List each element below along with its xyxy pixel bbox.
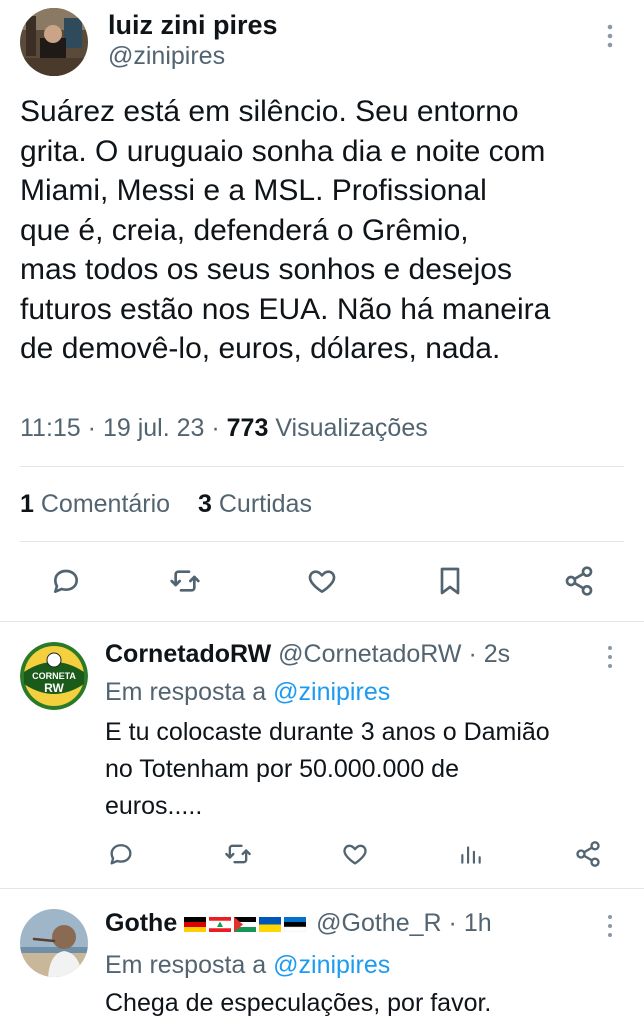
ukraine-flag xyxy=(259,917,282,932)
tweet-meta: 11:15 · 19 jul. 23 · 773 Visualizações xyxy=(20,414,428,443)
avatar-logo-text: CORNETA xyxy=(32,671,76,681)
replying-mention[interactable]: @zinipires xyxy=(273,678,390,706)
tweet-date[interactable]: 19 jul. 23 xyxy=(103,414,204,442)
views-button[interactable] xyxy=(453,834,489,874)
share-button[interactable] xyxy=(570,834,606,874)
retweet-icon xyxy=(170,570,200,592)
like-button[interactable] xyxy=(302,556,342,606)
reply-avatar[interactable] xyxy=(20,909,88,977)
avatar-logo-text: RW xyxy=(44,681,64,695)
meta-separator: · xyxy=(448,909,457,937)
reply-button[interactable] xyxy=(46,556,86,606)
more-options-icon[interactable] xyxy=(605,913,615,939)
replying-to: Em resposta a @zinipires xyxy=(105,951,390,980)
reply-age[interactable]: 1h xyxy=(464,909,492,937)
tweet-text: Suárez está em silêncio. Seu entorno gri… xyxy=(20,95,551,365)
share-icon xyxy=(576,841,600,867)
retweet-icon xyxy=(225,844,251,864)
reply-author-name[interactable]: CornetadoRW xyxy=(105,640,271,668)
flags xyxy=(184,909,316,937)
tweet-time[interactable]: 11:15 xyxy=(20,414,81,442)
palestine-flag xyxy=(234,917,257,932)
reply-header: CornetadoRW @CornetadoRW · 2s xyxy=(105,640,510,669)
like-icon xyxy=(308,570,336,593)
reply-author-name[interactable]: Gothe xyxy=(105,909,177,937)
tweet-actions xyxy=(0,556,644,606)
reply-author-handle[interactable]: @CornetadoRW xyxy=(278,640,461,668)
likes-count: 3 xyxy=(198,490,212,518)
meta-separator: · xyxy=(211,414,227,442)
reply-button[interactable] xyxy=(103,834,139,874)
more-options-icon[interactable] xyxy=(604,22,616,50)
reply-item[interactable]: CORNETA RW CornetadoRW @CornetadoRW · 2s… xyxy=(0,622,644,888)
reply-item[interactable]: Gothe @Gothe_R · 1h Em resposta a @zinip… xyxy=(0,889,644,1024)
reply-author-handle[interactable]: @Gothe_R xyxy=(316,909,441,937)
replying-prefix: Em resposta a xyxy=(105,951,267,979)
replying-mention[interactable]: @zinipires xyxy=(273,951,390,979)
bookmark-button[interactable] xyxy=(430,556,470,606)
share-icon xyxy=(565,566,593,596)
comments-count: 1 xyxy=(20,490,34,518)
reply-text: E tu colocaste durante 3 anos o Damião n… xyxy=(105,718,550,820)
divider xyxy=(20,466,624,467)
meta-separator: · xyxy=(87,414,103,442)
likes-label: Curtidas xyxy=(218,490,312,518)
comments-stat[interactable]: 1 Comentário xyxy=(20,490,170,518)
divider xyxy=(20,541,624,542)
reply-text: Chega de especulações, por favor. xyxy=(105,989,492,1017)
retweet-button[interactable] xyxy=(220,834,256,874)
reply-age[interactable]: 2s xyxy=(484,640,510,668)
reply-avatar[interactable]: CORNETA RW xyxy=(20,642,88,710)
replying-prefix: Em resposta a xyxy=(105,678,267,706)
author-handle[interactable]: @zinipires xyxy=(108,42,225,71)
comments-label: Comentário xyxy=(40,490,171,518)
like-button[interactable] xyxy=(337,834,373,874)
share-button[interactable] xyxy=(559,556,599,606)
author-name[interactable]: luiz zini pires xyxy=(108,10,278,41)
views-label: Visualizações xyxy=(275,414,428,442)
estonia-flag xyxy=(284,917,307,932)
likes-stat[interactable]: 3 Curtidas xyxy=(198,490,312,518)
like-icon xyxy=(343,844,367,865)
views-icon xyxy=(461,846,481,864)
reply-actions xyxy=(0,834,644,874)
reply-icon xyxy=(110,844,132,865)
reply-header: Gothe @Gothe_R · 1h xyxy=(105,909,492,938)
views-count: 773 xyxy=(226,414,269,442)
retweet-button[interactable] xyxy=(165,556,205,606)
more-options-icon[interactable] xyxy=(605,644,615,670)
lebanon-flag xyxy=(209,917,232,932)
tweet-stats: 1 Comentário 3 Curtidas xyxy=(20,490,312,519)
author-avatar[interactable] xyxy=(20,8,88,76)
meta-separator: · xyxy=(468,640,477,668)
bookmark-icon xyxy=(440,567,460,595)
germany-flag xyxy=(184,917,207,932)
replying-to: Em resposta a @zinipires xyxy=(105,678,390,707)
reply-icon xyxy=(54,569,78,593)
